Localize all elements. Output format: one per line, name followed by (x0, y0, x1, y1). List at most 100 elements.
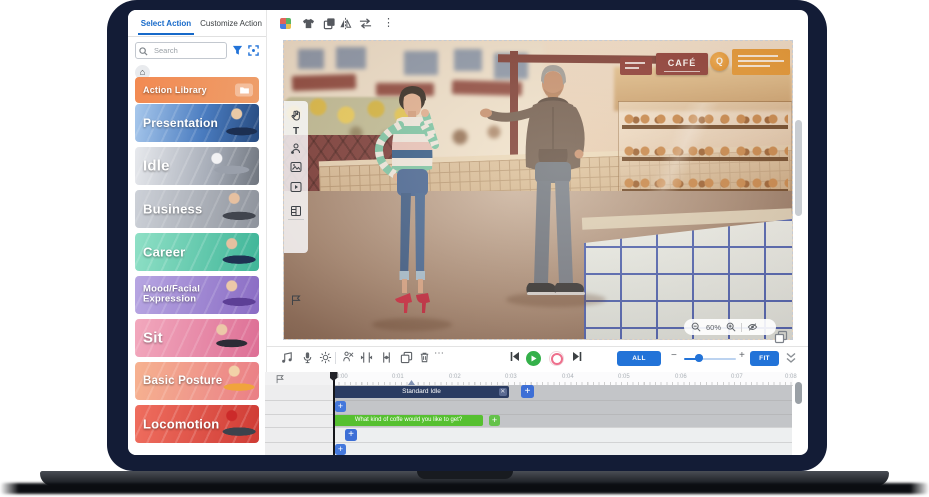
ruler-tick: 0:02 (449, 374, 461, 380)
character-man[interactable] (469, 63, 609, 308)
tab-divider (128, 36, 266, 37)
category-label: Presentation (143, 116, 218, 130)
character-woman-james[interactable] (364, 83, 464, 333)
category-label: Action Library (143, 85, 207, 95)
clip-close-icon[interactable]: ✕ (499, 388, 508, 397)
clip-standard-idle[interactable]: Standard Idle ✕ (334, 386, 509, 398)
eye-off-icon[interactable] (747, 322, 758, 332)
viewport-scrollbar-thumb[interactable] (795, 120, 802, 216)
ruler-tick: 0:03 (505, 374, 517, 380)
character-tool-icon[interactable] (290, 143, 302, 155)
flip-horizontal-icon[interactable] (339, 17, 352, 30)
viewport-tool-strip: T (284, 101, 308, 253)
image-tool-icon[interactable] (290, 161, 302, 173)
clip-speech[interactable]: What kind of coffe would you like to get… (334, 415, 483, 426)
add-clip-james-button[interactable]: + (521, 385, 534, 398)
microphone-icon[interactable] (301, 351, 314, 364)
category-label: Career (143, 245, 185, 260)
active-tab-underline (138, 33, 194, 35)
add-clip-man-button[interactable]: + (345, 429, 357, 441)
row-divider (265, 427, 792, 428)
scene-sign-orange (732, 49, 790, 75)
marker-flag-icon[interactable] (275, 374, 285, 384)
toolbar-divider (335, 352, 336, 364)
category-career[interactable]: Career (135, 233, 259, 271)
category-action-library[interactable]: Action Library (135, 77, 259, 103)
category-label: Business (143, 202, 202, 217)
category-label: Idle (143, 158, 170, 175)
video-tool-icon[interactable] (290, 181, 302, 193)
timeline-ruler[interactable]: 0:00 0:01 0:02 0:03 0:04 0:05 0:06 0:07 … (333, 372, 793, 386)
ruler-tick: 0:05 (618, 374, 630, 380)
category-label: Sit (143, 330, 163, 347)
trash-icon[interactable] (418, 351, 431, 364)
zoom-in-icon[interactable] (726, 322, 736, 332)
laptop-shadow (0, 483, 929, 494)
category-locomotion[interactable]: Locomotion (135, 405, 259, 443)
skip-end-button[interactable] (572, 351, 582, 362)
lane-man (333, 427, 792, 442)
filter-icon[interactable] (232, 45, 243, 56)
search-input[interactable] (135, 42, 227, 59)
category-label: Basic Posture (143, 375, 222, 387)
category-basic-posture[interactable]: Basic Posture (135, 362, 259, 400)
add-speech-button[interactable]: + (489, 415, 500, 426)
laptop-mockup: Select Action Customize Action ⌂ Action … (0, 0, 929, 497)
tab-customize-action[interactable]: Customize Action (200, 16, 262, 32)
timeline-zoom-in[interactable]: + (739, 350, 745, 361)
category-business[interactable]: Business (135, 190, 259, 228)
collapse-timeline-icon[interactable] (785, 351, 797, 365)
viewport-zoom-controls: 60% (684, 319, 776, 335)
category-label: Locomotion (143, 417, 219, 432)
duplicate-icon[interactable] (323, 17, 336, 30)
add-keyframe-position-button[interactable]: + (335, 401, 346, 412)
timeline-zoom-slider[interactable] (684, 358, 736, 361)
ruler-tick: 0:01 (392, 374, 404, 380)
expand-icon[interactable] (248, 45, 259, 56)
timeline-scrollbar-thumb[interactable] (795, 382, 802, 404)
character-pose-icon[interactable] (341, 351, 354, 364)
timeline-zoom-slider-handle[interactable] (695, 354, 703, 362)
lane-man-position (333, 442, 792, 455)
pan-hand-icon[interactable] (290, 110, 302, 122)
category-presentation[interactable]: Presentation (135, 104, 259, 142)
light-effect-icon[interactable] (319, 351, 332, 364)
shirt-icon[interactable] (302, 17, 315, 30)
duplicate-view-icon[interactable] (774, 330, 788, 344)
scene-sign-small (620, 57, 652, 75)
more-vertical-icon[interactable]: ⋮ (383, 16, 394, 29)
action-sidebar: Select Action Customize Action ⌂ Action … (128, 10, 267, 455)
tab-select-action[interactable]: Select Action (136, 16, 196, 32)
play-button[interactable] (526, 351, 541, 366)
align-handles-right-icon[interactable] (380, 351, 393, 364)
timeline-zoom-out[interactable]: − (671, 350, 677, 361)
playhead[interactable] (333, 372, 335, 455)
category-mood-facial-expression[interactable]: Mood/Facial Expression (135, 276, 259, 314)
row-divider (265, 442, 792, 443)
flag-tool-icon[interactable] (290, 294, 302, 306)
align-handles-left-icon[interactable] (360, 351, 373, 364)
ruler-tick: 0:00 (336, 374, 348, 380)
category-label: Mood/Facial Expression (143, 285, 209, 306)
folder-icon (235, 84, 253, 97)
fit-button[interactable]: FIT (750, 351, 779, 366)
text-tool-icon[interactable]: T (290, 126, 302, 138)
search-icon (139, 47, 148, 56)
swap-horizontal-icon[interactable] (359, 17, 372, 30)
all-scenes-button[interactable]: ALL SCENES (617, 351, 661, 366)
storyboard-tool-icon[interactable] (290, 205, 302, 217)
skip-start-button[interactable] (510, 351, 520, 362)
track-name-column: ▼James Position Speech ▼Man Position (265, 385, 334, 455)
category-idle[interactable]: Idle (135, 147, 259, 185)
more-icon[interactable]: ⋯ (434, 348, 444, 359)
copy-icon[interactable] (400, 351, 413, 364)
viewport-3d-scene[interactable]: CAFÉ Q (283, 40, 793, 340)
color-palette-icon[interactable] (280, 18, 291, 29)
ruler-tick: 0:07 (731, 374, 743, 380)
add-keyframe-man-position-button[interactable]: + (335, 444, 346, 455)
audio-icon[interactable] (281, 351, 294, 364)
record-button[interactable] (549, 351, 564, 366)
zoom-out-icon[interactable] (691, 322, 701, 332)
category-sit[interactable]: Sit (135, 319, 259, 357)
cafe-logo: Q (710, 52, 729, 71)
